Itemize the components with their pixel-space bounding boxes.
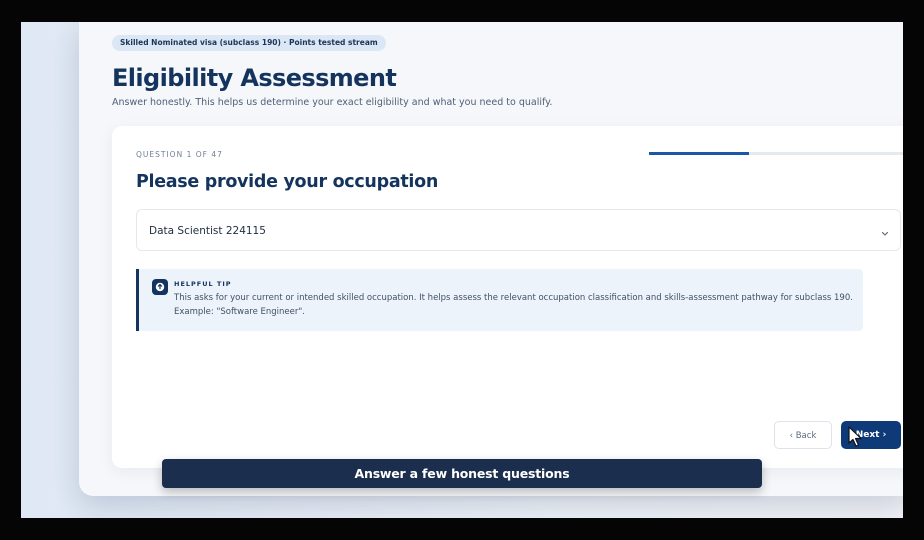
assessment-window: Skilled Nominated visa (subclass 190) · …	[79, 22, 903, 496]
chevron-down-icon	[881, 231, 889, 236]
progress-fill	[649, 152, 749, 155]
cursor-icon	[848, 426, 862, 447]
question-card: QUESTION 1 OF 47 Please provide your occ…	[112, 126, 903, 468]
question-counter: QUESTION 1 OF 47	[136, 150, 223, 159]
back-button[interactable]: ‹ Back	[774, 421, 832, 449]
progress-bar	[649, 152, 903, 155]
occupation-select-value: Data Scientist 224115	[149, 225, 266, 237]
visa-badge: Skilled Nominated visa (subclass 190) · …	[112, 35, 386, 51]
tip-body: This asks for your current or intended s…	[174, 293, 853, 317]
caption-banner: Answer a few honest questions	[162, 459, 762, 488]
page-subtitle: Answer honestly. This helps us determine…	[112, 97, 553, 108]
info-icon	[152, 279, 168, 295]
occupation-select[interactable]: Data Scientist 224115	[136, 209, 901, 251]
app-viewport: Skilled Nominated visa (subclass 190) · …	[21, 22, 903, 518]
tip-heading: HELPFUL TIP	[174, 280, 232, 288]
helpful-tip: HELPFUL TIP This asks for your current o…	[136, 269, 863, 331]
page-title: Eligibility Assessment	[112, 64, 397, 92]
question-title: Please provide your occupation	[136, 172, 438, 192]
